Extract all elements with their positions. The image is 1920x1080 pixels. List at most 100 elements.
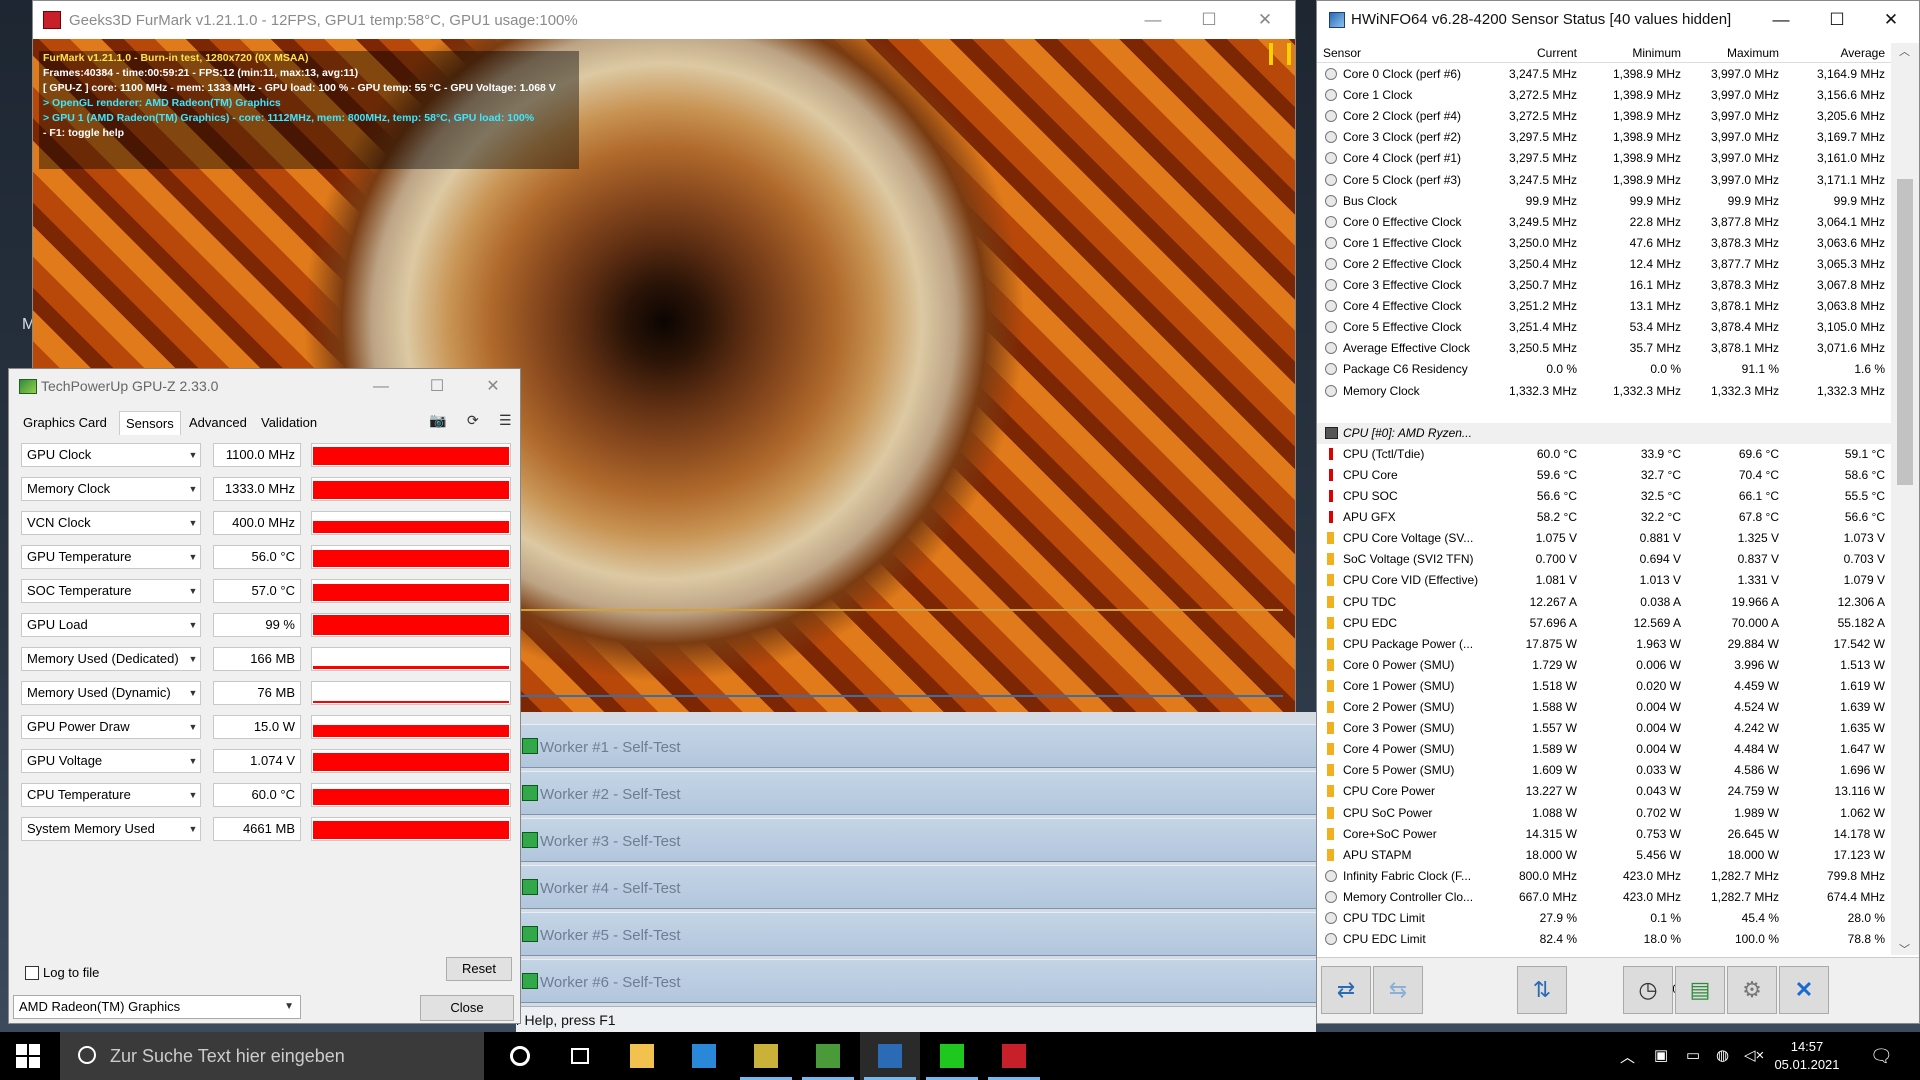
column-maximum[interactable]: Maximum: [1683, 46, 1779, 60]
tray-clock[interactable]: 14:57 05.01.2021: [1770, 1038, 1844, 1074]
gpu-select[interactable]: AMD Radeon(TM) Graphics ▼: [13, 995, 301, 1019]
maximize-icon[interactable]: ☐: [1181, 1, 1237, 39]
close-icon[interactable]: ✕: [1237, 1, 1293, 39]
file-explorer-icon[interactable]: [612, 1032, 672, 1080]
sensor-row[interactable]: CPU SOC 56.6 °C 32.5 °C 66.1 °C 55.5 °C: [1317, 486, 1891, 507]
sensor-select[interactable]: Memory Clock: [21, 477, 201, 501]
hwinfo-taskbar-icon[interactable]: [860, 1032, 920, 1080]
column-current[interactable]: Current: [1497, 46, 1577, 60]
sensor-row[interactable]: Core 0 Effective Clock 3,249.5 MHz 22.8 MH…: [1317, 212, 1891, 233]
battery-icon[interactable]: ▭: [1686, 1046, 1700, 1064]
sensor-row[interactable]: Core 4 Clock (perf #1) 3,297.5 MHz 1,398.9…: [1317, 148, 1891, 169]
sensor-row[interactable]: CPU Core Voltage (SV... 1.075 V 0.881 V 1.3…: [1317, 528, 1891, 549]
column-sensor[interactable]: Sensor: [1323, 46, 1361, 60]
sensor-row[interactable]: Package C6 Residency 0.0 % 0.0 % 91.1 % 1.6 …: [1317, 359, 1891, 380]
chevron-down-icon[interactable]: ▼: [185, 545, 201, 569]
sensor-row[interactable]: Core 5 Power (SMU) 1.609 W 0.033 W 4.586 W 1…: [1317, 760, 1891, 781]
prime95-worker-row[interactable]: Worker #1 - Self-Test: [516, 724, 1316, 768]
start-windows-icon[interactable]: [16, 1044, 40, 1068]
sensor-row[interactable]: Core 3 Effective Clock 3,250.7 MHz 16.1 MH…: [1317, 275, 1891, 296]
sensor-row[interactable]: Core 5 Effective Clock 3,251.4 MHz 53.4 MH…: [1317, 317, 1891, 338]
menu-icon[interactable]: ☰: [499, 412, 512, 429]
network-icon[interactable]: ⇅: [1517, 966, 1567, 1014]
sensor-select[interactable]: Memory Used (Dedicated): [21, 647, 201, 671]
sensor-row[interactable]: APU STAPM 18.000 W 5.456 W 18.000 W 17.123 W: [1317, 845, 1891, 866]
sensor-row[interactable]: CPU TDC Limit 27.9 % 0.1 % 45.4 % 28.0 %: [1317, 908, 1891, 929]
chevron-down-icon[interactable]: ▼: [185, 749, 201, 773]
sensor-select[interactable]: GPU Power Draw: [21, 715, 201, 739]
network-globe-icon[interactable]: ◍: [1716, 1046, 1729, 1064]
prime95-worker-row[interactable]: Worker #3 - Self-Test: [516, 818, 1316, 862]
chevron-down-icon[interactable]: ▼: [185, 511, 201, 535]
prime95-taskbar-icon[interactable]: [736, 1032, 796, 1080]
sensor-row[interactable]: Core 2 Effective Clock 3,250.4 MHz 12.4 MH…: [1317, 254, 1891, 275]
sensor-row[interactable]: Memory Controller Clo... 667.0 MHz 423.0 M…: [1317, 887, 1891, 908]
furmark-titlebar[interactable]: Geeks3D FurMark v1.21.1.0 - 12FPS, GPU1 …: [33, 1, 1295, 39]
sensor-row[interactable]: Core 0 Power (SMU) 1.729 W 0.006 W 3.996 W 1…: [1317, 655, 1891, 676]
sensor-row[interactable]: Core 2 Power (SMU) 1.588 W 0.004 W 4.524 W 1…: [1317, 697, 1891, 718]
sensor-select[interactable]: GPU Temperature: [21, 545, 201, 569]
column-minimum[interactable]: Minimum: [1579, 46, 1681, 60]
camera-icon[interactable]: 📷: [429, 412, 446, 429]
close-sensors-icon[interactable]: ✕: [1779, 966, 1829, 1014]
scroll-up-icon[interactable]: ︿: [1899, 43, 1910, 59]
expand-arrows-icon[interactable]: ⇄: [1321, 966, 1371, 1014]
collapse-arrows-icon[interactable]: ⇆: [1373, 966, 1423, 1014]
chevron-down-icon[interactable]: ▼: [185, 477, 201, 501]
sensor-row[interactable]: Memory Clock 1,332.3 MHz 1,332.3 MHz 1,332.…: [1317, 381, 1891, 402]
sensor-row[interactable]: [1317, 402, 1891, 423]
notification-icon[interactable]: 🗨: [1870, 1046, 1893, 1067]
tab-sensors[interactable]: Sensors: [119, 411, 181, 435]
sensor-row[interactable]: CPU SoC Power 1.088 W 0.702 W 1.989 W 1.062 …: [1317, 803, 1891, 824]
close-icon[interactable]: ✕: [1863, 1, 1919, 39]
sensor-row[interactable]: CPU Core 59.6 °C 32.7 °C 70.4 °C 58.6 °C: [1317, 465, 1891, 486]
sensor-row[interactable]: Core 1 Clock 3,272.5 MHz 1,398.9 MHz 3,997.…: [1317, 85, 1891, 106]
chevron-down-icon[interactable]: ▼: [185, 681, 201, 705]
tab-advanced[interactable]: Advanced: [183, 411, 253, 435]
prime95-worker-row[interactable]: Worker #2 - Self-Test: [516, 771, 1316, 815]
sensor-group-row[interactable]: CPU [#0]: AMD Ryzen...: [1317, 422, 1891, 444]
log-file-icon[interactable]: ▤: [1675, 966, 1725, 1014]
sensor-select[interactable]: CPU Temperature: [21, 783, 201, 807]
hwinfo-window[interactable]: HWiNFO64 v6.28-4200 Sensor Status [40 va…: [1316, 0, 1920, 1024]
scroll-down-icon[interactable]: ﹀: [1899, 941, 1910, 957]
chevron-down-icon[interactable]: ▼: [185, 715, 201, 739]
chevron-down-icon[interactable]: ▼: [185, 817, 201, 841]
cpuz-taskbar-icon[interactable]: [922, 1032, 982, 1080]
gpuz-taskbar-icon[interactable]: [798, 1032, 858, 1080]
volume-muted-icon[interactable]: ◁×: [1744, 1046, 1764, 1064]
reset-button[interactable]: Reset: [446, 957, 512, 981]
sensor-row[interactable]: APU GFX 58.2 °C 32.2 °C 67.8 °C 56.6 °C: [1317, 507, 1891, 528]
sensor-row[interactable]: Core 5 Clock (perf #3) 3,247.5 MHz 1,398.9…: [1317, 170, 1891, 191]
column-average[interactable]: Average: [1781, 46, 1885, 60]
sensor-row[interactable]: Bus Clock 99.9 MHz 99.9 MHz 99.9 MHz 99.9 MH…: [1317, 191, 1891, 212]
minimize-icon[interactable]: —: [1125, 1, 1181, 39]
log-to-file-checkbox[interactable]: [25, 966, 39, 980]
webcam-icon[interactable]: ▣: [1654, 1046, 1668, 1064]
sensor-row[interactable]: SoC Voltage (SVI2 TFN) 0.700 V 0.694 V 0.83…: [1317, 549, 1891, 570]
scrollbar-thumb[interactable]: [1897, 179, 1913, 485]
taskbar-search[interactable]: Zur Suche Text hier eingeben: [60, 1032, 484, 1080]
hwinfo-scrollbar[interactable]: ︿ ﹀: [1891, 43, 1919, 957]
minimize-icon[interactable]: —: [1753, 1, 1809, 39]
sensor-row[interactable]: CPU (Tctl/Tdie) 60.0 °C 33.9 °C 69.6 °C 59.1…: [1317, 444, 1891, 465]
chevron-down-icon[interactable]: ▼: [185, 579, 201, 603]
minimize-icon[interactable]: —: [353, 369, 409, 405]
furmark-taskbar-icon[interactable]: [984, 1032, 1044, 1080]
clock-icon[interactable]: ◷: [1623, 966, 1673, 1014]
sensor-select[interactable]: GPU Voltage: [21, 749, 201, 773]
chevron-up-icon[interactable]: ︿: [1620, 1046, 1635, 1067]
sensor-row[interactable]: Core 4 Power (SMU) 1.589 W 0.004 W 4.484 W 1…: [1317, 739, 1891, 760]
sensor-row[interactable]: Core 2 Clock (perf #4) 3,272.5 MHz 1,398.9…: [1317, 106, 1891, 127]
sensor-row[interactable]: Average Effective Clock 3,250.5 MHz 35.7 M…: [1317, 338, 1891, 359]
chevron-down-icon[interactable]: ▼: [185, 647, 201, 671]
chevron-down-icon[interactable]: ▼: [185, 783, 201, 807]
close-button[interactable]: Close: [420, 995, 514, 1021]
close-icon[interactable]: ✕: [465, 369, 521, 405]
sensor-select[interactable]: Memory Used (Dynamic): [21, 681, 201, 705]
chevron-down-icon[interactable]: ▼: [185, 613, 201, 637]
sensor-row[interactable]: Core 1 Effective Clock 3,250.0 MHz 47.6 MH…: [1317, 233, 1891, 254]
prime95-worker-row[interactable]: Worker #4 - Self-Test: [516, 865, 1316, 909]
sensor-row[interactable]: CPU Core VID (Effective) 1.081 V 1.013 V 1.…: [1317, 570, 1891, 591]
maximize-icon[interactable]: ☐: [1809, 1, 1865, 39]
